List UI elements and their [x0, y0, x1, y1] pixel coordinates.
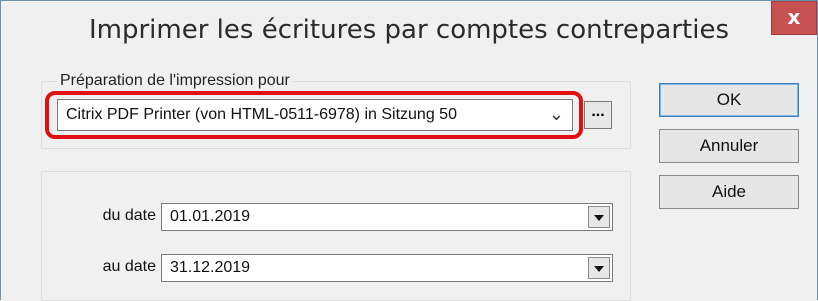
- dropdown-arrow-icon[interactable]: [588, 206, 610, 228]
- print-prep-legend: Préparation de l'impression pour: [58, 72, 292, 90]
- to-date-value: 31.12.2019: [170, 259, 251, 276]
- from-date-value: 01.01.2019: [170, 208, 251, 225]
- from-date-label: du date: [102, 207, 156, 224]
- cancel-button[interactable]: Annuler: [659, 129, 799, 163]
- printer-select[interactable]: Citrix PDF Printer (von HTML-0511-6978) …: [57, 99, 573, 131]
- title-bar: Imprimer les écritures par comptes contr…: [1, 1, 817, 63]
- dialog-client-area: Préparation de l'impression pour Citrix …: [1, 63, 817, 301]
- dialog-window: Imprimer les écritures par comptes contr…: [0, 0, 818, 301]
- dropdown-arrow-icon[interactable]: [588, 257, 610, 279]
- window-title: Imprimer les écritures par comptes contr…: [88, 15, 730, 45]
- printer-select-value: Citrix PDF Printer (von HTML-0511-6978) …: [66, 106, 457, 123]
- to-date-label: au date: [102, 258, 156, 275]
- help-button[interactable]: Aide: [659, 175, 799, 209]
- ok-button[interactable]: OK: [659, 83, 799, 117]
- browse-printer-button[interactable]: ...: [584, 101, 612, 129]
- to-date-combo[interactable]: 31.12.2019: [161, 254, 613, 282]
- close-button[interactable]: x: [771, 1, 817, 35]
- from-date-combo[interactable]: 01.01.2019: [161, 203, 613, 231]
- chevron-down-icon: ⌄: [548, 104, 564, 124]
